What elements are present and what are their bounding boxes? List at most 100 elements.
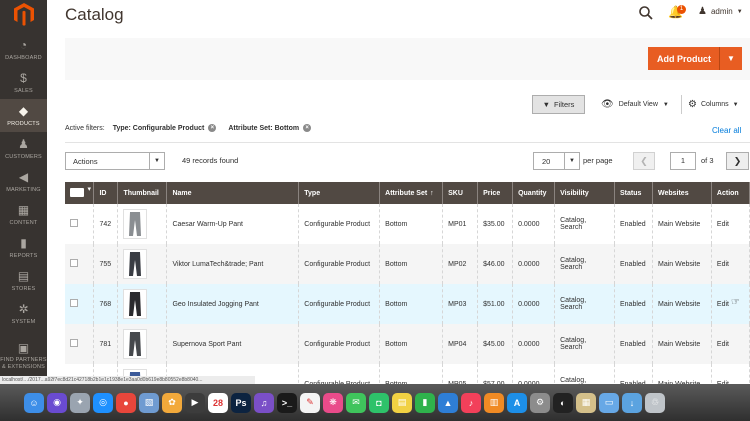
dollar-icon: $ xyxy=(20,71,27,85)
sidebar-item-system[interactable]: ✲ SYSTEM xyxy=(0,297,47,330)
cell-action[interactable]: Edit xyxy=(711,244,750,284)
product-thumbnail[interactable] xyxy=(123,289,148,319)
next-page-button[interactable]: ❯ xyxy=(726,152,749,170)
row-checkbox[interactable] xyxy=(70,259,78,267)
column-header-sku[interactable]: SKU xyxy=(442,182,479,204)
sidebar-item-marketing[interactable]: ◀ MARKETING xyxy=(0,165,47,198)
launchpad-icon[interactable]: ✦ xyxy=(70,392,90,413)
sidebar-item-sales[interactable]: $ SALES xyxy=(0,66,47,99)
view-selector[interactable]: 👁 Default View ▼ xyxy=(601,99,669,110)
column-header-price[interactable]: Price xyxy=(477,182,514,204)
safari-icon[interactable]: ◎ xyxy=(93,392,113,413)
cell-type: Configurable Product xyxy=(298,324,381,364)
table-row[interactable]: 768 Geo Insulated Jogging Pant Configurabl… xyxy=(65,284,750,324)
add-product-dropdown-toggle[interactable]: ▼ xyxy=(720,54,742,63)
preview-icon[interactable]: ▧ xyxy=(139,392,159,413)
calendar-icon[interactable]: 28 xyxy=(208,392,228,413)
trash-icon[interactable]: ♲ xyxy=(645,392,665,413)
sidebar-item-label: PRODUCTS xyxy=(7,121,40,127)
active-filters-label: Active filters: xyxy=(65,124,105,132)
photoshop-icon[interactable]: Ps xyxy=(231,392,251,413)
remove-filter-icon[interactable]: × xyxy=(303,124,312,132)
row-select-cell[interactable] xyxy=(65,244,95,284)
cell-action[interactable]: Edit xyxy=(711,204,750,244)
table-row[interactable]: 755 Viktor LumaTech&trade; Pant Configurab… xyxy=(65,244,750,284)
movie-icon[interactable]: ▶ xyxy=(185,392,205,413)
macos-dock: ☺ ◉ ✦ ◎ ● ▧ ✿ ▶ 28 Ps ♫ >_ ✎ ❋ ✉ ◘ ▤ ▮ ▲ ♪ ▥ A ⚙ ◐ ▦ ▭ ↓ ♲ xyxy=(0,384,750,421)
sidebar-item-customers[interactable]: ♟ CUSTOMERS xyxy=(0,132,47,165)
folder-icon[interactable]: ▭ xyxy=(599,392,619,413)
music-icon[interactable]: ♪ xyxy=(461,392,481,413)
column-header-type[interactable]: Type xyxy=(298,182,381,204)
select-all-checkbox[interactable] xyxy=(70,185,91,197)
column-header-action: Action xyxy=(711,182,750,204)
table-row[interactable]: 742 Caesar Warm-Up Pant Configurable Produ… xyxy=(65,204,750,244)
column-header-visibility[interactable]: Visibility xyxy=(554,182,615,204)
product-grid: ID Thumbnail Name Type Attribute Set↑ SK… xyxy=(65,182,750,404)
keynote-icon[interactable]: ▲ xyxy=(438,392,458,413)
cell-action[interactable]: Edit xyxy=(711,324,750,364)
color-icon[interactable]: ❋ xyxy=(323,392,343,413)
sidebar-item-find[interactable]: ▣ FIND PARTNERS & EXTENSIONS xyxy=(0,336,47,370)
user-menu[interactable]: ♟ admin ▼ xyxy=(698,6,743,17)
product-thumbnail[interactable] xyxy=(123,209,148,239)
settings-icon[interactable]: ⚙ xyxy=(530,392,550,413)
row-checkbox[interactable] xyxy=(70,219,78,227)
chrome-icon[interactable]: ● xyxy=(116,392,136,413)
appstore-icon[interactable]: A xyxy=(507,392,527,413)
mass-actions-value: Actions xyxy=(73,156,98,166)
column-header-id[interactable]: ID xyxy=(93,182,119,204)
per-page-select[interactable]: 20 ▼ xyxy=(533,152,580,170)
row-select-cell[interactable] xyxy=(65,284,95,324)
clear-all-link[interactable]: Clear all xyxy=(712,126,741,135)
table-row[interactable]: 781 Supernova Sport Pant Configurable Prod… xyxy=(65,324,750,364)
magento-logo[interactable] xyxy=(0,0,47,28)
siri-icon[interactable]: ◉ xyxy=(47,392,67,413)
filters-button[interactable]: ▼ Filters xyxy=(532,95,585,114)
row-checkbox[interactable] xyxy=(70,339,78,347)
stickies-icon[interactable]: ▤ xyxy=(392,392,412,413)
sidebar-item-stores[interactable]: ▤ STORES xyxy=(0,264,47,297)
cell-attribute-set: Bottom xyxy=(379,204,444,244)
sidebar-item-reports[interactable]: ▮ REPORTS xyxy=(0,231,47,264)
add-product-button[interactable]: Add Product ▼ xyxy=(648,47,742,70)
sidebar-item-products[interactable]: ◆ PRODUCTS xyxy=(0,99,47,132)
cell-name: Supernova Sport Pant xyxy=(166,324,300,364)
notification-count-badge: 1 xyxy=(677,5,686,14)
product-thumbnail[interactable] xyxy=(123,329,148,359)
sidebar-item-content[interactable]: ▦ CONTENT xyxy=(0,198,47,231)
column-header-status[interactable]: Status xyxy=(614,182,653,204)
column-header-attribute-set[interactable]: Attribute Set ↑ xyxy=(379,182,444,204)
row-select-cell[interactable] xyxy=(65,204,95,244)
remove-filter-icon[interactable]: × xyxy=(208,124,217,132)
photos-icon[interactable]: ✿ xyxy=(162,392,182,413)
cell-websites: Main Website xyxy=(652,244,712,284)
notes-icon[interactable]: ♫ xyxy=(254,392,274,413)
column-header-name[interactable]: Name xyxy=(166,182,300,204)
select-all-header[interactable] xyxy=(65,182,95,204)
downloads-icon[interactable]: ↓ xyxy=(622,392,642,413)
filter-chip-text: Attribute Set: Bottom xyxy=(228,124,300,132)
column-header-websites[interactable]: Websites xyxy=(652,182,712,204)
current-page-input[interactable]: 1 xyxy=(670,152,696,170)
mass-actions-select[interactable]: Actions ▼ xyxy=(65,152,165,170)
numbers-icon[interactable]: ▮ xyxy=(415,392,435,413)
row-select-cell[interactable] xyxy=(65,324,95,364)
sidebar-item-dashboard[interactable]: ◔ DASHBOARD xyxy=(0,33,47,66)
row-checkbox[interactable] xyxy=(70,299,78,307)
quicktime-icon[interactable]: ◐ xyxy=(553,392,573,413)
sidebar-item-label: STORES xyxy=(11,286,36,292)
books-icon[interactable]: ▥ xyxy=(484,392,504,413)
columns-selector[interactable]: ⚙ Columns ▼ xyxy=(688,99,739,110)
finder-icon[interactable]: ☺ xyxy=(24,392,44,413)
archive-icon[interactable]: ▦ xyxy=(576,392,596,413)
textedit-icon[interactable]: ✎ xyxy=(300,392,320,413)
search-icon[interactable] xyxy=(638,5,654,21)
terminal-icon[interactable]: >_ xyxy=(277,392,297,413)
facetime-icon[interactable]: ◘ xyxy=(369,392,389,413)
previous-page-button[interactable]: ❮ xyxy=(633,152,655,170)
dashboard-icon: ◔ xyxy=(19,38,28,52)
product-thumbnail[interactable] xyxy=(123,249,148,279)
column-header-quantity[interactable]: Quantity xyxy=(512,182,556,204)
messages-icon[interactable]: ✉ xyxy=(346,392,366,413)
